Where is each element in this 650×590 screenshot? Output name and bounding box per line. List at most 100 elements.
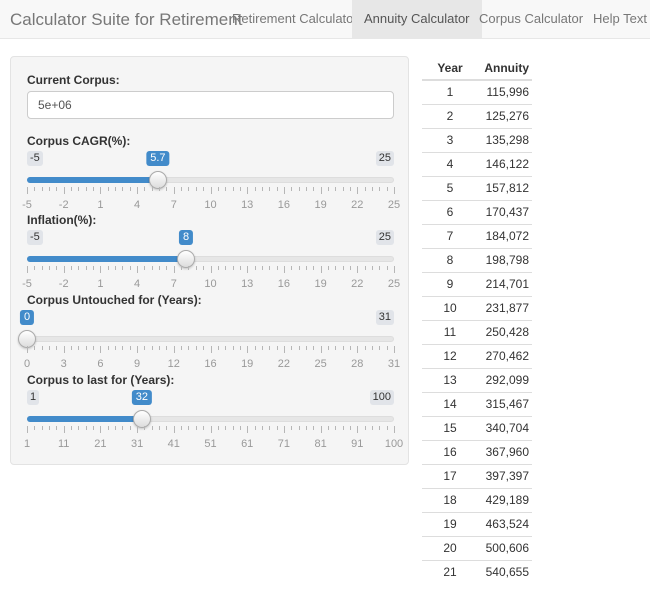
- corpus-last-label: Corpus to last for (Years):: [27, 373, 175, 387]
- year-cell: 4: [422, 151, 478, 176]
- annuity-cell: 146,122: [478, 151, 532, 176]
- slider-major-tick: [27, 426, 28, 433]
- slider-major-tick: [210, 346, 212, 353]
- slider-minor-tick: [49, 346, 51, 350]
- slider-minor-tick: [379, 346, 381, 350]
- slider-max-label: 100: [369, 390, 394, 405]
- slider-handle[interactable]: [177, 250, 196, 268]
- slider-tick-label: 31: [130, 438, 144, 450]
- slider-major-tick: [137, 346, 139, 353]
- slider-minor-tick: [313, 346, 315, 350]
- slider-minor-tick: [379, 266, 381, 270]
- annuity-cell: 500,606: [478, 535, 532, 560]
- tab-help-text[interactable]: Help Text: [581, 0, 650, 38]
- slider-minor-tick: [371, 266, 373, 270]
- slider-major-tick: [27, 266, 28, 273]
- slider-minor-tick: [85, 426, 87, 430]
- slider-tick-label: 11: [57, 438, 70, 450]
- slider-minor-tick: [327, 346, 329, 350]
- slider-major-tick: [27, 187, 28, 194]
- table-row: 8 198,798: [422, 247, 532, 272]
- year-cell: 17: [422, 463, 478, 488]
- slider-minor-tick: [49, 187, 51, 191]
- year-cell: 12: [422, 343, 478, 368]
- annuity-cell: 397,397: [478, 463, 532, 488]
- table-row: 10 231,877: [422, 295, 532, 320]
- year-cell: 19: [422, 511, 478, 536]
- slider-minor-tick: [298, 266, 300, 270]
- slider-minor-tick: [56, 266, 58, 270]
- slider-minor-tick: [181, 426, 183, 430]
- slider-major-tick: [357, 346, 359, 353]
- slider-minor-tick: [298, 187, 300, 191]
- year-cell: 18: [422, 487, 478, 512]
- annuity-header: Annuity: [478, 56, 532, 81]
- slider-minor-tick: [232, 266, 234, 270]
- slider-tick-label: 25: [387, 278, 401, 290]
- slider-major-tick: [283, 346, 285, 353]
- slider-minor-tick: [217, 426, 219, 430]
- slider-tick-label: 81: [314, 438, 327, 450]
- slider-tick-label: 3: [60, 358, 67, 370]
- year-cell: 2: [422, 103, 478, 128]
- slider-tick-label: 71: [277, 438, 291, 450]
- slider-tick-label: -2: [58, 199, 69, 211]
- app-title[interactable]: Calculator Suite for Retirement: [10, 10, 242, 30]
- slider-minor-tick: [335, 266, 337, 270]
- slider-minor-tick: [232, 346, 234, 350]
- slider-handle[interactable]: [132, 410, 151, 428]
- slider-minor-tick: [276, 346, 278, 350]
- slider-minor-tick: [342, 346, 344, 350]
- slider-track[interactable]: [27, 336, 394, 342]
- table-row: 15 340,704: [422, 415, 532, 440]
- slider-tick-label: 10: [204, 278, 217, 290]
- corpus-last-slider[interactable]: 1 100 32 1 11 21 31 41 51 61 71 81 91 100: [24, 390, 403, 452]
- slider-minor-tick: [225, 346, 227, 350]
- corpus-untouched-slider[interactable]: 31 0 0 3 6 9 12 16 19 22 25 28 31: [18, 310, 400, 372]
- slider-minor-tick: [269, 266, 271, 270]
- input-panel: Current Corpus: Corpus CAGR(%): -5255.7-…: [10, 56, 409, 465]
- slider-minor-tick: [181, 187, 183, 191]
- slider-minor-tick: [203, 426, 205, 430]
- annuity-cell: 540,655: [478, 559, 532, 584]
- slider-major-tick: [394, 266, 395, 273]
- slider-minor-tick: [159, 266, 161, 270]
- year-cell: 7: [422, 223, 478, 248]
- slider-tick-label: 7: [170, 199, 177, 211]
- inflation-slider[interactable]: -5 25 8 -5 -2 1 4 7 10 13 16 19 22 25: [22, 230, 400, 292]
- slider-minor-tick: [342, 187, 344, 191]
- year-cell: 14: [422, 391, 478, 416]
- slider-major-tick: [137, 187, 139, 194]
- slider-minor-tick: [203, 266, 205, 270]
- slider-minor-tick: [115, 346, 117, 350]
- slider-max-label: 31: [375, 310, 394, 325]
- slider-major-tick: [173, 426, 175, 433]
- slider-minor-tick: [217, 346, 219, 350]
- slider-minor-tick: [144, 266, 146, 270]
- slider-minor-tick: [41, 187, 43, 191]
- slider-value-label: 5.7: [146, 151, 170, 166]
- slider-tick-label: 13: [241, 199, 254, 211]
- slider-major-tick: [100, 346, 102, 353]
- slider-tick-label: 13: [241, 278, 254, 290]
- slider-minor-tick: [78, 426, 80, 430]
- slider-minor-tick: [349, 187, 351, 191]
- slider-major-tick: [283, 426, 285, 433]
- slider-minor-tick: [232, 426, 234, 430]
- slider-major-tick: [173, 346, 175, 353]
- tab-corpus-calculator[interactable]: Corpus Calculator: [467, 0, 595, 38]
- table-row: 12 270,462: [422, 343, 532, 368]
- slider-minor-tick: [188, 266, 190, 270]
- slider-major-tick: [27, 346, 28, 353]
- current-corpus-input[interactable]: [27, 91, 394, 119]
- slider-tick-label: 1: [97, 278, 104, 290]
- cagr-slider[interactable]: -5 25 5.7 -5 -2 1 4 7 10 13 16 19 22 25: [22, 151, 400, 213]
- slider-minor-tick: [122, 426, 124, 430]
- slider-major-tick: [247, 266, 249, 273]
- year-cell: 8: [422, 247, 478, 272]
- slider-minor-tick: [49, 266, 51, 270]
- tab-retirement-calculator[interactable]: Retirement Calculator: [220, 0, 370, 38]
- tab-annuity-calculator[interactable]: Annuity Calculator: [352, 0, 482, 38]
- annuity-cell: 214,701: [478, 271, 532, 296]
- slider-tick-label: 100: [384, 438, 404, 450]
